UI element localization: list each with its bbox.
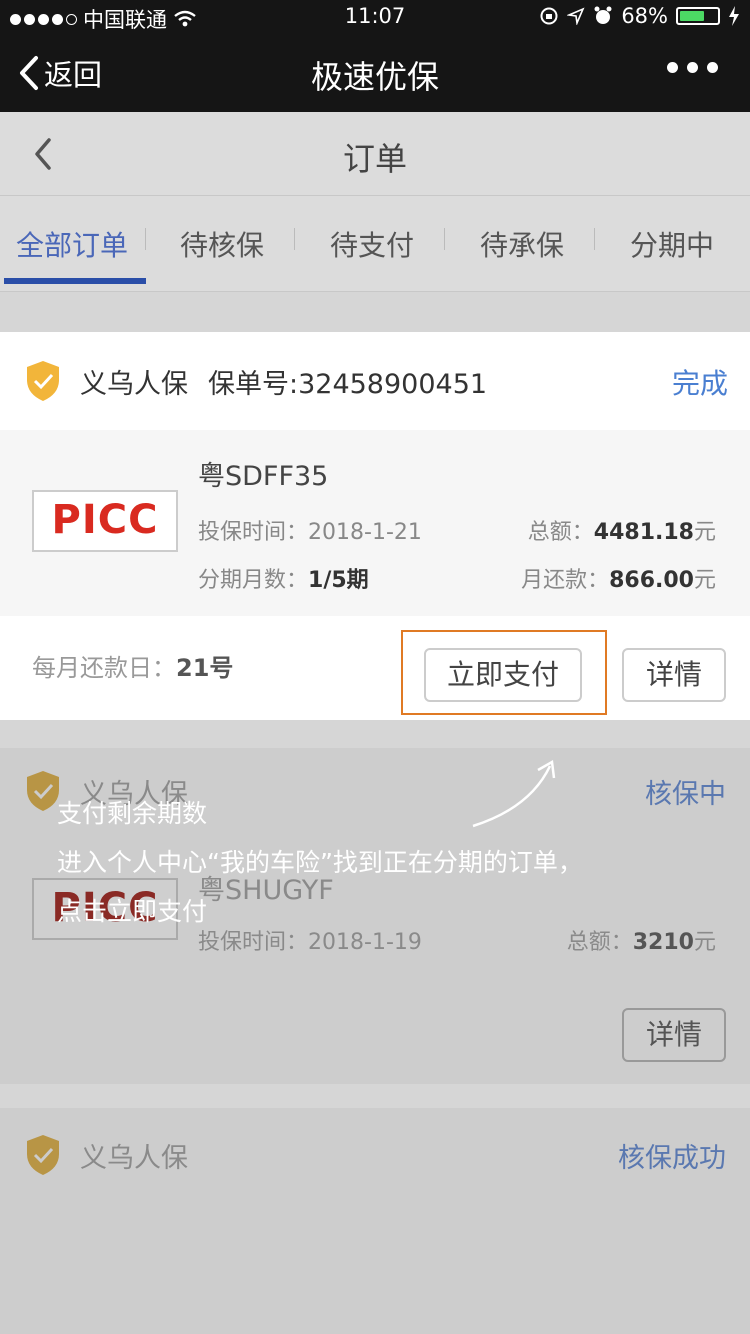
- tab-pending-payment[interactable]: 待支付: [330, 224, 414, 264]
- location-icon: [567, 7, 585, 25]
- orders-header: 订单: [0, 112, 750, 196]
- status-badge: 核保成功: [618, 1143, 726, 1174]
- company-name: 义乌人保: [80, 369, 188, 400]
- details-button[interactable]: 详情: [622, 648, 726, 702]
- tip-line: 进入个人中心“我的车险”找到正在分期的订单，: [57, 848, 583, 877]
- tip-title: 支付剩余期数: [57, 799, 208, 828]
- battery-icon: [676, 7, 720, 25]
- curved-arrow-icon: [472, 760, 556, 828]
- tab-all-orders[interactable]: 全部订单: [16, 224, 128, 264]
- picc-logo: PICC: [32, 490, 178, 552]
- total-amount: 总额：3210元: [566, 930, 716, 955]
- highlight-box: [401, 630, 607, 715]
- monthly-repayment: 月还款：866.00元: [521, 568, 716, 593]
- installment-months: 分期月数：1/5期: [198, 568, 369, 593]
- page-title: 极速优保: [310, 58, 439, 96]
- rotation-lock-icon: [540, 7, 558, 25]
- tab-pending-review[interactable]: 待核保: [180, 224, 264, 264]
- orders-title: 订单: [342, 140, 407, 178]
- shield-icon: [27, 361, 59, 401]
- shield-icon: [27, 1135, 59, 1175]
- status-badge: 核保中: [645, 779, 726, 810]
- more-button[interactable]: [667, 62, 718, 73]
- active-tab-indicator: [4, 278, 146, 284]
- status-bar: 中国联通 11:07 68%: [0, 0, 750, 34]
- policy-number: 保单号:32458900451: [208, 369, 488, 400]
- details-button[interactable]: 详情: [622, 1008, 726, 1062]
- shield-icon: [27, 771, 59, 811]
- tab-pending-underwriting[interactable]: 待承保: [480, 224, 564, 264]
- license-plate: 粤SDFF35: [198, 461, 329, 492]
- battery-label: 68%: [621, 4, 668, 28]
- total-amount: 总额：4481.18元: [527, 520, 716, 545]
- company-name: 义乌人保: [80, 1143, 188, 1174]
- status-badge: 完成: [671, 367, 728, 400]
- alarm-icon: [594, 6, 612, 24]
- nav-bar: 返回 极速优保: [0, 34, 750, 112]
- order-tabs: 全部订单 待核保 待支付 待承保 分期中: [0, 196, 750, 292]
- charging-icon: [729, 6, 739, 26]
- insure-time: 投保时间：2018-1-19: [198, 930, 422, 955]
- tab-installment[interactable]: 分期中: [630, 224, 714, 264]
- order-card[interactable]: 义乌人保 保单号:32458900451 完成 PICC 粤SDFF35 投保时…: [0, 332, 750, 720]
- tip-line: 点击立即支付: [57, 897, 208, 926]
- order-card[interactable]: 义乌人保 核保成功: [0, 1108, 750, 1334]
- insure-time: 投保时间：2018-1-21: [198, 520, 422, 545]
- repayment-day: 每月还款日：21号: [32, 654, 234, 682]
